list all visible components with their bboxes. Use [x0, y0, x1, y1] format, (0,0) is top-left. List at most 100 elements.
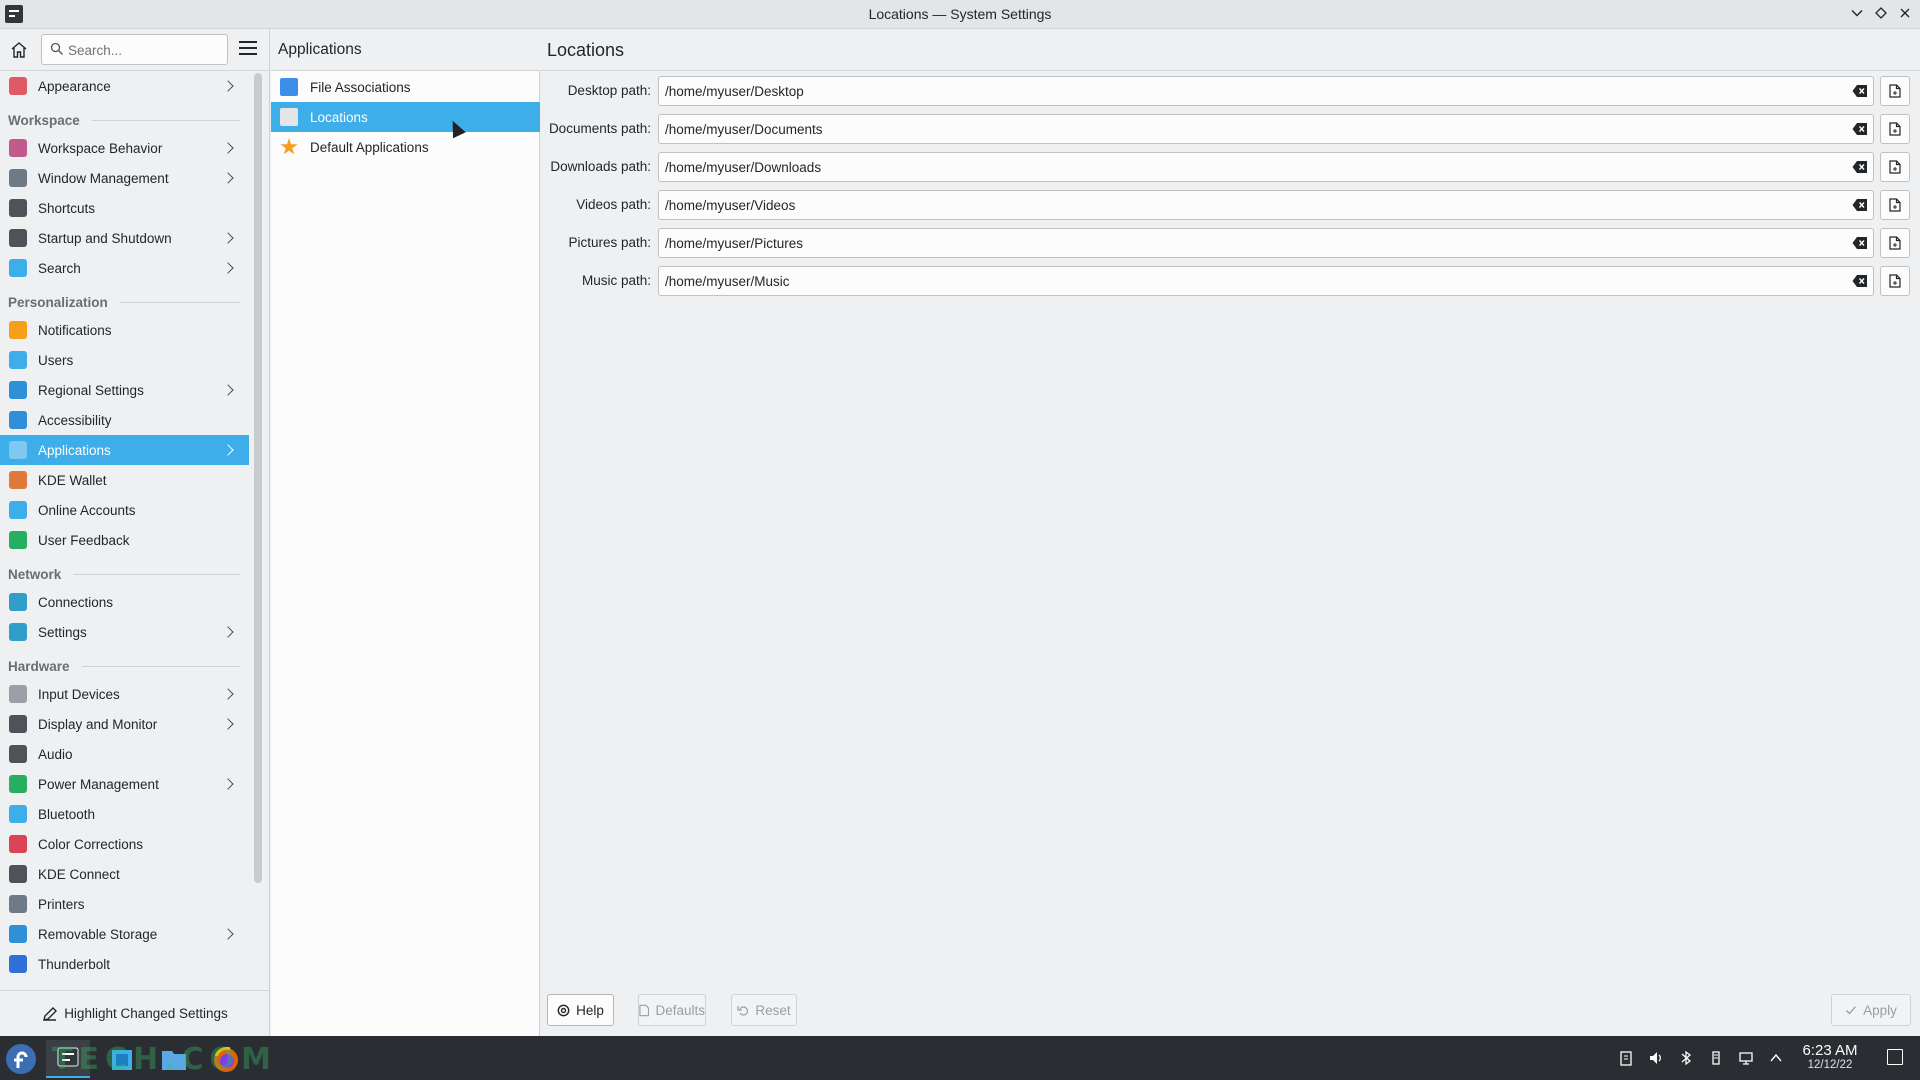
- pictures-path-browse-button[interactable]: [1880, 228, 1910, 258]
- sidebar-item-search[interactable]: Search: [0, 253, 249, 283]
- sidebar-item-bluetooth[interactable]: Bluetooth: [0, 799, 249, 829]
- category-heading-label: Workspace: [8, 112, 80, 128]
- reset-button[interactable]: Reset: [731, 994, 797, 1026]
- desktop-path-field[interactable]: [658, 76, 1874, 106]
- task-file-manager[interactable]: [152, 1040, 196, 1078]
- chevron-right-icon: [222, 718, 234, 730]
- task-firefox[interactable]: [204, 1040, 248, 1078]
- show-hidden-icons-icon[interactable]: [1768, 1050, 1784, 1066]
- search-icon: [9, 259, 27, 277]
- sidebar-item-user-feedback[interactable]: User Feedback: [0, 525, 249, 555]
- pictures-path-field[interactable]: [658, 228, 1874, 258]
- sidebar-item-online-accounts[interactable]: Online Accounts: [0, 495, 249, 525]
- sidebar-item-notifications[interactable]: Notifications: [0, 315, 249, 345]
- sidebar-item-connections[interactable]: Connections: [0, 587, 249, 617]
- desktop-path-browse-button[interactable]: [1880, 76, 1910, 106]
- maximize-button[interactable]: [1871, 4, 1891, 24]
- desktop-path-input[interactable]: [665, 81, 1835, 101]
- search-field[interactable]: [41, 34, 228, 65]
- task-system-settings[interactable]: [46, 1040, 90, 1078]
- sidebar-item-label: Connections: [38, 594, 114, 610]
- bluetooth-icon: [9, 805, 27, 823]
- digital-clock[interactable]: 6:23 AM 12/12/22: [1798, 1042, 1862, 1071]
- subcategory-item-default-applications[interactable]: Default Applications: [271, 132, 540, 162]
- sidebar-item-settings[interactable]: Settings: [0, 617, 249, 647]
- clear-text-icon[interactable]: [1852, 160, 1868, 174]
- music-path-input[interactable]: [665, 271, 1835, 291]
- sidebar-item-label: Accessibility: [38, 412, 112, 428]
- folder-icon: [162, 1051, 186, 1070]
- category-divider: [81, 665, 240, 667]
- clear-text-icon[interactable]: [1852, 198, 1868, 212]
- downloads-path-input[interactable]: [665, 157, 1835, 177]
- sidebar-item-regional-settings[interactable]: Regional Settings: [0, 375, 249, 405]
- speaker-icon: [9, 745, 27, 763]
- search-input[interactable]: [68, 39, 218, 61]
- sidebar-item-display-and-monitor[interactable]: Display and Monitor: [0, 709, 249, 739]
- downloads-path-browse-button[interactable]: [1880, 152, 1910, 182]
- sidebar-item-kde-wallet[interactable]: KDE Wallet: [0, 465, 249, 495]
- document-icon: [639, 1004, 650, 1016]
- close-button[interactable]: [1895, 4, 1915, 24]
- clear-text-icon[interactable]: [1852, 274, 1868, 288]
- apply-button[interactable]: Apply: [1831, 994, 1911, 1026]
- pictures-path-input[interactable]: [665, 233, 1835, 253]
- sidebar-item-input-devices[interactable]: Input Devices: [0, 679, 249, 709]
- sidebar-item-appearance[interactable]: Appearance: [0, 71, 249, 101]
- music-path-browse-button[interactable]: [1880, 266, 1910, 296]
- sidebar-item-kde-connect[interactable]: KDE Connect: [0, 859, 249, 889]
- minimize-button[interactable]: [1847, 4, 1867, 24]
- fedora-logo-icon: [7, 1045, 35, 1073]
- sidebar-item-printers[interactable]: Printers: [0, 889, 249, 919]
- music-path-field[interactable]: [658, 266, 1874, 296]
- sidebar-item-applications[interactable]: Applications: [0, 435, 249, 465]
- folder-icon: [280, 108, 298, 126]
- clock-time: 6:23 AM: [1802, 1042, 1858, 1059]
- documents-path-browse-button[interactable]: [1880, 114, 1910, 144]
- home-button[interactable]: [9, 40, 31, 62]
- sidebar-item-label: Appearance: [38, 78, 111, 94]
- path-row-pictures-path: Pictures path:: [541, 228, 1920, 258]
- chevron-right-icon: [222, 384, 234, 396]
- videos-path-input[interactable]: [665, 195, 1835, 215]
- bell-icon: [9, 321, 27, 339]
- clear-text-icon[interactable]: [1852, 122, 1868, 136]
- task-discover[interactable]: [100, 1040, 144, 1078]
- sidebar-item-audio[interactable]: Audio: [0, 739, 249, 769]
- clear-text-icon[interactable]: [1852, 84, 1868, 98]
- application-launcher-button[interactable]: [6, 1044, 36, 1074]
- subcategory-item-locations[interactable]: Locations: [271, 102, 540, 132]
- show-desktop-button[interactable]: [1887, 1049, 1903, 1065]
- hamburger-menu-button[interactable]: [239, 41, 257, 57]
- clock-date: 12/12/22: [1807, 1059, 1853, 1071]
- sidebar-item-users[interactable]: Users: [0, 345, 249, 375]
- sidebar-item-label: Shortcuts: [38, 200, 96, 216]
- help-button[interactable]: Help: [547, 994, 614, 1026]
- sidebar-scrollbar[interactable]: [254, 73, 262, 883]
- sidebar: Appearance Workspace Workspace Behavior Win…: [0, 29, 270, 1036]
- chevron-right-icon: [222, 626, 234, 638]
- category-heading-personalization: Personalization: [8, 292, 240, 312]
- videos-path-field[interactable]: [658, 190, 1874, 220]
- clear-text-icon[interactable]: [1852, 236, 1868, 250]
- sidebar-item-thunderbolt[interactable]: Thunderbolt: [0, 949, 249, 979]
- sidebar-item-label: Settings: [38, 624, 87, 640]
- subcategory-item-file-associations[interactable]: File Associations: [271, 72, 540, 102]
- defaults-button[interactable]: Defaults: [638, 994, 706, 1026]
- documents-path-input[interactable]: [665, 119, 1835, 139]
- highlight-changed-settings-button[interactable]: Highlight Changed Settings: [0, 990, 270, 1036]
- keyboard-icon: [9, 199, 27, 217]
- sidebar-item-power-management[interactable]: Power Management: [0, 769, 249, 799]
- sidebar-item-accessibility[interactable]: Accessibility: [0, 405, 249, 435]
- sidebar-item-label: Notifications: [38, 322, 112, 338]
- sidebar-item-color-corrections[interactable]: Color Corrections: [0, 829, 249, 859]
- sidebar-item-removable-storage[interactable]: Removable Storage: [0, 919, 249, 949]
- downloads-path-field[interactable]: [658, 152, 1874, 182]
- online-accounts-icon: [9, 501, 27, 519]
- videos-path-browse-button[interactable]: [1880, 190, 1910, 220]
- sidebar-item-window-management[interactable]: Window Management: [0, 163, 249, 193]
- documents-path-field[interactable]: [658, 114, 1874, 144]
- sidebar-item-shortcuts[interactable]: Shortcuts: [0, 193, 249, 223]
- sidebar-item-workspace-behavior[interactable]: Workspace Behavior: [0, 133, 249, 163]
- sidebar-item-startup-and-shutdown[interactable]: Startup and Shutdown: [0, 223, 249, 253]
